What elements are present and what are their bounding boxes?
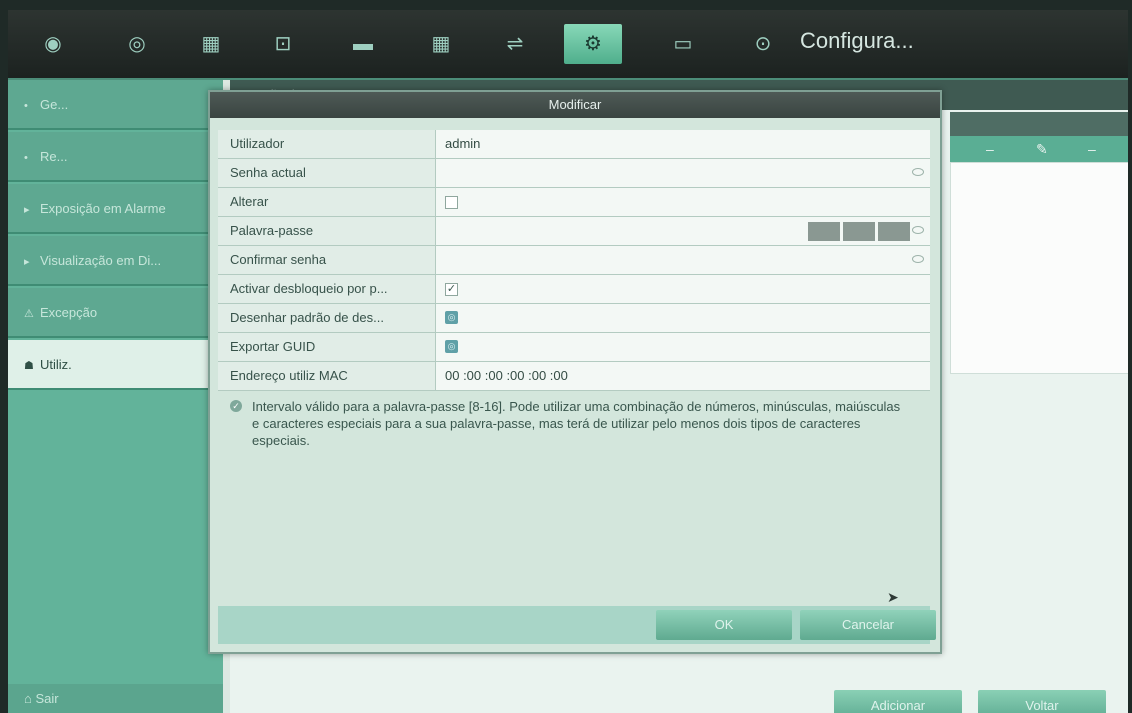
display-icon: ▸	[24, 256, 30, 268]
password-label: Palavra-passe	[218, 217, 436, 245]
form-row-password: Palavra-passe	[218, 217, 930, 246]
sidebar-item-alarm[interactable]: ▸ Exposição em Alarme	[8, 184, 223, 234]
camera-config-icon[interactable]: ⊡	[266, 32, 300, 56]
maintenance-icon[interactable]: ⊙	[746, 32, 780, 56]
playback-icon[interactable]: ◎	[120, 32, 154, 56]
mac-field[interactable]: 00 :00 :00 :00 :00 :00	[437, 362, 930, 390]
export-guid-label: Exportar GUID	[218, 333, 436, 361]
table-header	[950, 112, 1128, 136]
eye-icon[interactable]	[912, 255, 924, 263]
form-row-current-password: Senha actual	[218, 159, 930, 188]
sidebar-item-label: Ge...	[40, 97, 69, 112]
back-button[interactable]: Voltar	[978, 690, 1106, 713]
sidebar-item-label: Excepção	[40, 305, 98, 320]
user-value[interactable]: admin	[437, 130, 930, 158]
sidebar-item-network[interactable]: • Re...	[8, 132, 223, 182]
unlock-pattern-label: Activar desbloqueio por p...	[218, 275, 436, 303]
exit-label: Sair	[35, 691, 59, 706]
sidebar-item-label: Utiliz.	[40, 357, 72, 372]
dialog-title: Modificar	[210, 92, 940, 118]
draw-pattern-field: ◎	[437, 304, 930, 332]
form-row-draw-pattern: Desenhar padrão de des... ◎	[218, 304, 930, 333]
hint-text: Intervalo válido para a palavra-passe [8…	[252, 399, 901, 448]
network-icon: •	[24, 152, 28, 164]
exception-icon: ⚠	[24, 308, 34, 320]
form-row-user: Utilizador admin	[218, 130, 930, 159]
sidebar-item-label: Exposição em Alarme	[40, 201, 166, 216]
general-icon: •	[24, 100, 28, 112]
users-icon: ☗	[24, 360, 34, 372]
system-config-icon[interactable]: ⚙	[564, 24, 622, 64]
dialog-footer: OK Cancelar	[218, 606, 936, 644]
sidebar-item-label: Re...	[40, 149, 68, 164]
export-guid-field: ◎	[437, 333, 930, 361]
form-row-change: Alterar	[218, 188, 930, 217]
eye-icon[interactable]	[912, 168, 924, 176]
password-hint: ✓ Intervalo válido para a palavra-passe …	[230, 398, 910, 449]
confirm-password-field[interactable]	[437, 246, 930, 274]
exit-icon: ⌂	[24, 691, 36, 706]
ok-button[interactable]: OK	[656, 610, 792, 640]
sidebar-item-exception[interactable]: ⚠ Excepção	[8, 288, 223, 338]
live-view-icon[interactable]: ◉	[36, 32, 70, 56]
confirm-password-label: Confirmar senha	[218, 246, 436, 274]
hdd-icon[interactable]: ▬	[346, 32, 380, 56]
cancel-button[interactable]: Cancelar	[800, 610, 936, 640]
user-list-panel	[950, 162, 1128, 374]
sidebar-item-general[interactable]: • Ge...	[8, 80, 223, 130]
storage-icon[interactable]: ▦	[424, 32, 458, 56]
unlock-pattern-checkbox[interactable]: ✓	[445, 283, 458, 296]
user-label: Utilizador	[218, 130, 436, 158]
modify-dialog: Modificar Utilizador admin Senha actual …	[208, 90, 942, 654]
change-field	[437, 188, 930, 216]
exit-button[interactable]: ⌂ Sair	[8, 684, 223, 713]
sidebar-item-users[interactable]: ☗ Utiliz.	[8, 340, 223, 390]
edit-icon[interactable]: ✎	[1036, 136, 1048, 162]
form-row-mac: Endereço utiliz MAC 00 :00 :00 :00 :00 :…	[218, 362, 930, 391]
add-button[interactable]: Adicionar	[834, 690, 962, 713]
export-guid-button[interactable]: ◎	[445, 340, 458, 353]
change-label: Alterar	[218, 188, 436, 216]
unlock-pattern-field: ✓	[437, 275, 930, 303]
form-row-unlock-pattern: Activar desbloqueio por p... ✓	[218, 275, 930, 304]
sidebar: • Ge... • Re... ▸ Exposição em Alarme ▸ Visu…	[8, 80, 223, 713]
form-row-export-guid: Exportar GUID ◎	[218, 333, 930, 362]
table-cell: –	[1088, 141, 1096, 157]
eye-icon[interactable]	[912, 226, 924, 234]
top-toolbar: ◉ ◎ ▦ ⊡ ▬ ▦ ⇌ ⚙ ▭ ⊙ Configura...	[8, 10, 1128, 80]
sidebar-item-label: Visualização em Di...	[40, 253, 162, 268]
device-icon[interactable]: ▭	[666, 32, 700, 56]
change-checkbox[interactable]	[445, 196, 458, 209]
alarm-icon: ▸	[24, 204, 30, 216]
dvr-screen: ◉ ◎ ▦ ⊡ ▬ ▦ ⇌ ⚙ ▭ ⊙ Configura... • Ge... …	[8, 10, 1128, 713]
sidebar-item-display[interactable]: ▸ Visualização em Di...	[8, 236, 223, 286]
form-row-confirm: Confirmar senha	[218, 246, 930, 275]
mac-label: Endereço utiliz MAC	[218, 362, 436, 390]
password-strength-meter	[805, 222, 910, 241]
draw-pattern-button[interactable]: ◎	[445, 311, 458, 324]
network-icon[interactable]: ⇌	[498, 32, 532, 56]
check-icon: ✓	[230, 400, 242, 412]
page-title: Configura...	[800, 28, 914, 53]
table-row[interactable]: – ✎ –	[950, 136, 1128, 162]
table-cell: –	[986, 141, 994, 157]
current-password-label: Senha actual	[218, 159, 436, 187]
mouse-cursor-icon: ➤	[887, 589, 899, 605]
current-password-field[interactable]	[437, 159, 930, 187]
user-form: Utilizador admin Senha actual Alterar Pa…	[218, 130, 930, 391]
draw-pattern-label: Desenhar padrão de des...	[218, 304, 436, 332]
password-field[interactable]	[437, 217, 930, 245]
record-config-icon[interactable]: ▦	[194, 32, 228, 56]
